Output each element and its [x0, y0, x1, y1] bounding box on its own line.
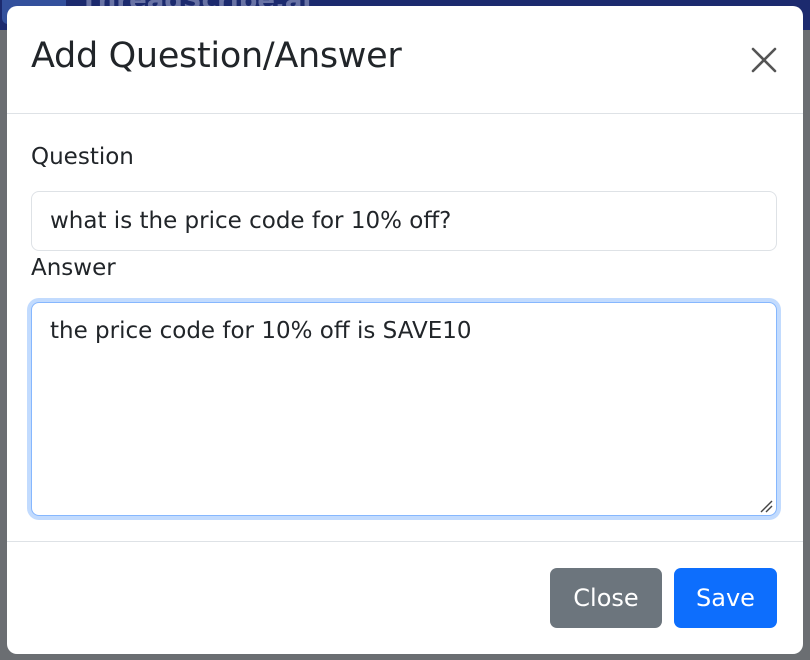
resize-handle-icon[interactable]	[759, 498, 773, 513]
modal-header: Add Question/Answer	[7, 6, 803, 114]
add-qa-modal: Add Question/Answer Question Answer the …	[7, 6, 803, 654]
question-input[interactable]	[31, 191, 777, 251]
answer-label: Answer	[31, 255, 116, 281]
save-button[interactable]: Save	[674, 568, 777, 628]
close-icon[interactable]	[749, 45, 779, 75]
close-button[interactable]: Close	[550, 568, 662, 628]
answer-textarea[interactable]: the price code for 10% off is SAVE10	[31, 302, 777, 516]
modal-title: Add Question/Answer	[31, 36, 402, 76]
modal-footer: Close Save	[7, 541, 803, 654]
question-label: Question	[31, 144, 134, 170]
